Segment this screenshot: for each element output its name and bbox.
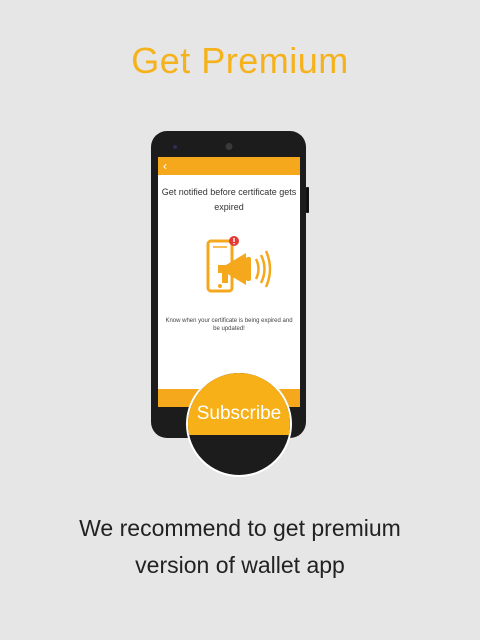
phone-camera [225,143,232,150]
phone-megaphone-notification-icon [206,236,272,293]
page-title: Get Premium [131,40,349,81]
subscribe-label: Subscribe [196,403,282,424]
recommend-text: We recommend to get premium version of w… [79,515,401,578]
app-bar: ‹ [158,157,300,175]
screen-headline: Get notified before certificate gets exp… [161,187,297,212]
phone-sensor [173,145,177,149]
phone-side-button [306,187,309,213]
screen-description: Know when your certificate is being expi… [165,318,293,332]
chevron-left-icon[interactable]: ‹ [163,158,167,174]
subscribe-button[interactable]: Subscribe [186,371,292,477]
phone-screen: ‹ Get notified before certificate gets e… [158,157,300,407]
